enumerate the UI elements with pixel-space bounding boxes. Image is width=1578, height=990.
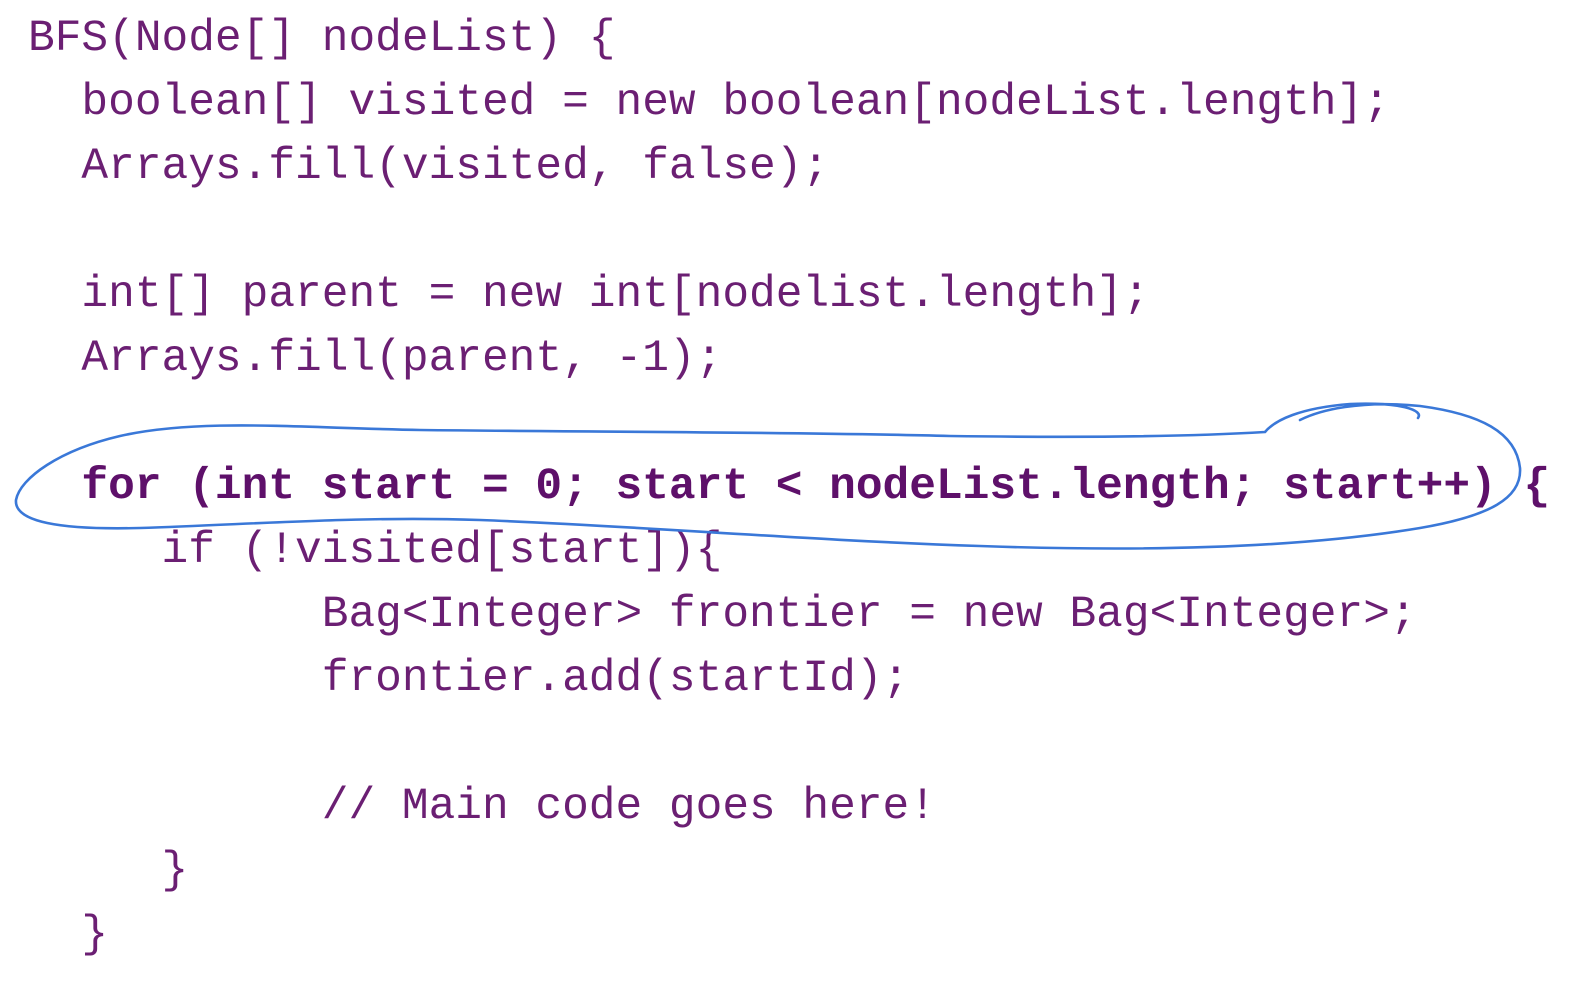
code-line-if-close-brace: } [28, 846, 189, 896]
code-slide: BFS(Node[] nodeList) { boolean[] visited… [0, 0, 1578, 990]
code-line-comment: // Main code goes here! [28, 782, 936, 832]
code-line-for-loop: for (int start = 0; start < nodeList.len… [28, 462, 1551, 512]
code-line-frontier-declaration: Bag<Integer> frontier = new Bag<Integer>… [28, 590, 1417, 640]
code-line-frontier-add: frontier.add(startId); [28, 654, 910, 704]
code-line-parent-fill: Arrays.fill(parent, -1); [28, 334, 723, 384]
code-line-if-not-visited: if (!visited[start]){ [28, 526, 723, 576]
code-line-visited-fill: Arrays.fill(visited, false); [28, 142, 830, 192]
code-line-parent-declaration: int[] parent = new int[nodelist.length]; [28, 270, 1150, 320]
code-line-function-header: BFS(Node[] nodeList) { [28, 14, 616, 64]
code-line-visited-declaration: boolean[] visited = new boolean[nodeList… [28, 78, 1390, 128]
code-line-for-close-brace: } [28, 910, 109, 960]
